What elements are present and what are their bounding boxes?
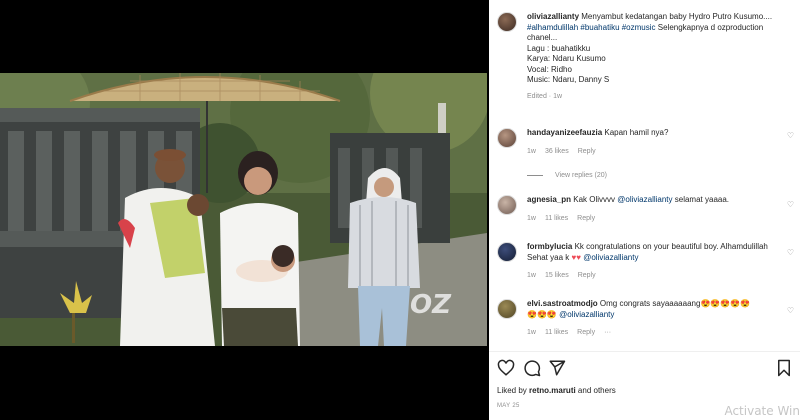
comment-item: agnesia_pn Kak Olivvvv @oliviazallianty … — [497, 195, 793, 224]
post-video[interactable]: OZ — [0, 73, 487, 346]
comment-likes[interactable]: 11 likes — [545, 329, 568, 336]
comment-age: 1w — [527, 147, 536, 155]
credit-line: Lagu : buahatikku — [527, 43, 591, 53]
share-icon[interactable] — [548, 359, 566, 377]
likes-suffix[interactable]: and others — [576, 386, 616, 395]
credit-line: Vocal: Ridho — [527, 64, 572, 74]
commenter-avatar[interactable] — [497, 242, 517, 262]
comment-mention[interactable]: @oliviazallianty — [617, 195, 672, 204]
post-caption: oliviazallianty Menyambut kedatangan bab… — [497, 12, 793, 102]
likes-prefix: Liked by — [497, 386, 530, 395]
bookmark-icon[interactable] — [775, 359, 793, 377]
commenter-username[interactable]: elvi.sastroatmodjo — [527, 299, 598, 308]
heart-emoji: ♥♥ — [571, 252, 581, 262]
comment-icon[interactable] — [523, 359, 541, 377]
comment-text: Kak Olivvvv — [573, 195, 618, 204]
reply-button[interactable]: Reply — [577, 329, 595, 336]
emoji-row: 😍😍😍😍😍 — [700, 299, 751, 308]
commenter-username[interactable]: handayanizeefauzia — [527, 128, 602, 137]
comment-item: handayanizeefauzia Kapan hamil nya? 1w 36… — [497, 128, 793, 157]
heart-icon[interactable] — [497, 359, 515, 377]
edited-label: Edited · 1w — [527, 92, 563, 100]
liked-by-username[interactable]: retno.maruti — [529, 386, 576, 395]
video-logo: OZ — [410, 290, 452, 320]
reply-button[interactable]: Reply — [578, 272, 596, 279]
heart-icon[interactable]: ♡ — [787, 131, 794, 140]
post-date: MAY 25 — [497, 403, 520, 409]
instagram-post-window: OZ oliviazallianty Menyambut kedatangan … — [0, 0, 800, 420]
comment-mention[interactable]: @oliviazallianty — [559, 310, 614, 319]
comment-mention[interactable]: @oliviazallianty — [583, 253, 638, 262]
caption-body: Menyambut kedatangan baby Hydro Putro Ku… — [581, 12, 773, 21]
heart-icon[interactable]: ♡ — [787, 200, 794, 209]
comment-likes[interactable]: 36 likes — [545, 148, 569, 155]
comment-likes[interactable]: 15 likes — [545, 272, 569, 279]
commenter-avatar[interactable] — [497, 195, 517, 215]
caption-hashtags[interactable]: #alhamdulillah #buahatiku #ozmusic — [527, 23, 656, 32]
comment-text: selamat yaaaa. — [672, 195, 730, 204]
reply-button[interactable]: Reply — [577, 215, 595, 222]
post-actions — [497, 359, 793, 377]
comments-panel: oliviazallianty Menyambut kedatangan bab… — [489, 0, 800, 420]
emoji-row: 😍😍😍 — [527, 309, 557, 319]
caption-text: oliviazallianty Menyambut kedatangan bab… — [527, 12, 789, 102]
comment-text: Kapan hamil nya? — [604, 128, 669, 137]
comment-text: Omg congrats sayaaaaaang — [599, 299, 701, 308]
comment-age: 1w — [527, 214, 536, 222]
credit-line: Karya: Ndaru Kusumo — [527, 54, 606, 63]
author-avatar[interactable] — [497, 12, 517, 32]
heart-icon[interactable]: ♡ — [787, 248, 794, 257]
reply-button[interactable]: Reply — [578, 148, 596, 155]
comment-item: elvi.sastroatmodjo Omg congrats sayaaaaa… — [497, 299, 793, 339]
commenter-avatar[interactable] — [497, 299, 517, 319]
comment-age: 1w — [527, 329, 536, 336]
commenter-avatar[interactable] — [497, 128, 517, 148]
view-replies-label[interactable]: View replies (20) — [555, 172, 607, 179]
more-options-icon[interactable]: ··· — [604, 329, 611, 336]
credit-line: Music: Ndaru, Danny S — [527, 75, 610, 84]
commenter-username[interactable]: formbylucia — [527, 242, 572, 251]
likes-summary: Liked by retno.maruti and others — [497, 386, 616, 395]
divider-line — [527, 175, 543, 176]
comment-likes[interactable]: 11 likes — [545, 215, 568, 222]
comment-age: 1w — [527, 272, 536, 279]
comment-item: formbylucia Kk congratulations on your b… — [497, 242, 793, 282]
view-replies-button[interactable]: View replies (20) — [527, 172, 607, 179]
activate-windows-watermark: Activate Win — [724, 404, 800, 418]
heart-icon[interactable]: ♡ — [787, 306, 794, 315]
actions-divider — [489, 351, 800, 352]
commenter-username[interactable]: agnesia_pn — [527, 195, 571, 204]
author-username[interactable]: oliviazallianty — [527, 12, 579, 21]
